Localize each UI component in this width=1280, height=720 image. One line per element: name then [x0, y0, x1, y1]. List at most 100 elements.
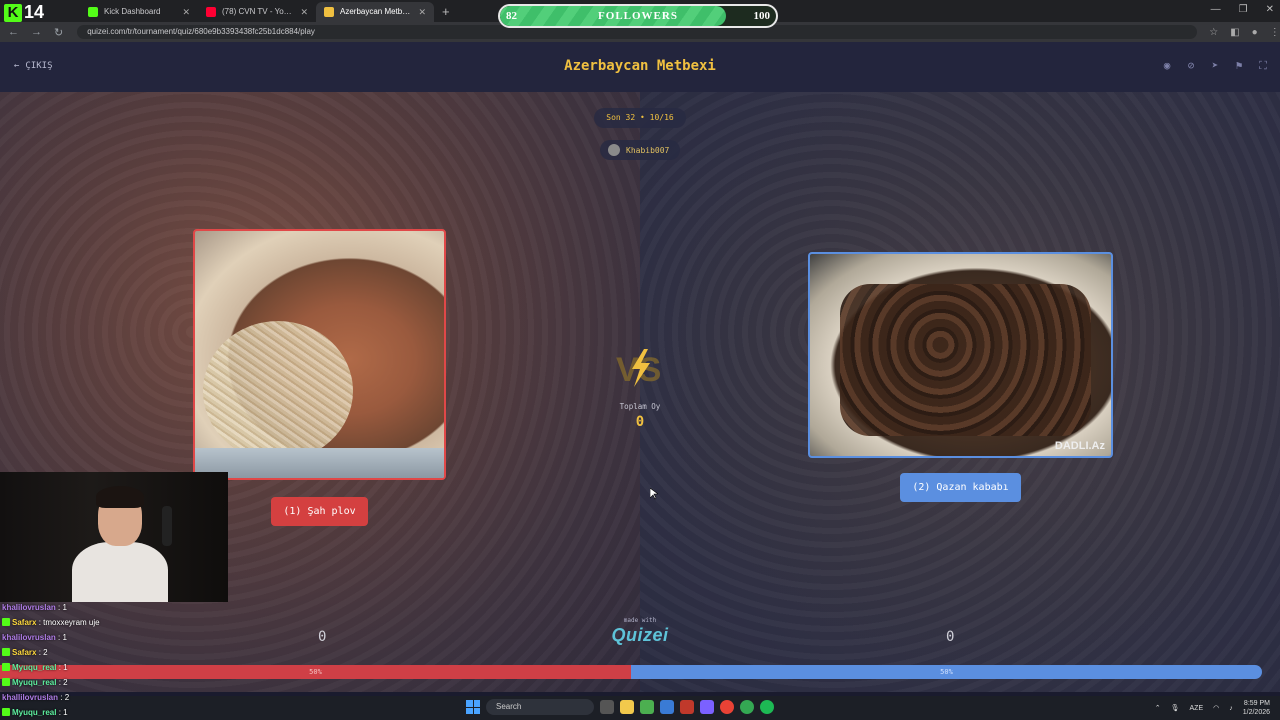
share-icon[interactable]: ➤: [1208, 59, 1222, 73]
avatar: [608, 144, 620, 156]
subscriber-badge-icon: [2, 648, 10, 656]
left-score: 0: [318, 629, 327, 645]
page-title: Azerbaycan Metbexi: [564, 58, 716, 74]
close-tab-icon[interactable]: ✕: [418, 7, 426, 17]
microphone-icon[interactable]: 🎙: [1171, 704, 1180, 712]
close-window-icon[interactable]: ✕: [1266, 4, 1274, 15]
clock-date: 1/2/2026: [1242, 709, 1270, 716]
chat-username[interactable]: Myuqu_real: [12, 678, 56, 687]
reload-icon[interactable]: ↻: [54, 26, 63, 39]
volume-icon[interactable]: ♪: [1229, 705, 1233, 712]
clock[interactable]: 8:59 PM 1/2/2026: [1243, 699, 1270, 717]
taskbar-apps: Search: [466, 699, 774, 715]
made-with-label: made with: [623, 617, 657, 624]
kick-logo-icon: K: [4, 3, 22, 22]
link-icon[interactable]: ⊘: [1184, 59, 1198, 73]
chat-overlay: khalilovruslan : 1 Safarx : tmoxxeyram uj…: [2, 600, 232, 720]
viewer-count: 14: [24, 2, 45, 22]
chat-text: tmoxxeyram uje: [43, 618, 100, 627]
plate-detail: [195, 448, 444, 478]
streamer-hair: [96, 486, 144, 508]
tab-label: Azerbaycan Metbexi - Tier List: [340, 8, 413, 16]
spotify-icon[interactable]: [760, 700, 774, 714]
left-option-image[interactable]: [193, 229, 446, 480]
choose-left-button[interactable]: (1) Şah plov: [271, 497, 368, 526]
extensions-icon[interactable]: ◧: [1230, 27, 1239, 38]
forward-icon[interactable]: →: [31, 26, 42, 38]
mouse-cursor-icon: [650, 488, 658, 500]
chat-username[interactable]: khalilovruslan: [2, 633, 56, 642]
close-tab-icon[interactable]: ✕: [182, 7, 190, 17]
subscriber-badge-icon: [2, 663, 10, 671]
app-icon[interactable]: [700, 700, 714, 714]
choose-right-button[interactable]: (2) Qazan kababı: [900, 473, 1021, 502]
fullscreen-icon[interactable]: ⛶: [1256, 59, 1270, 73]
back-icon[interactable]: ←: [8, 26, 19, 38]
file-explorer-icon[interactable]: [620, 700, 634, 714]
creator-badge[interactable]: Khabib007: [600, 140, 680, 160]
vs-lightning-icon: VS: [616, 349, 661, 389]
task-view-icon[interactable]: [600, 700, 614, 714]
svg-text:VS: VS: [616, 351, 661, 389]
kick-favicon-icon: [88, 7, 98, 17]
app-icon[interactable]: [740, 700, 754, 714]
youtube-favicon-icon: [206, 7, 216, 17]
chat-message: khallilovruslan : 2: [2, 690, 232, 705]
subscriber-badge-icon: [2, 678, 10, 686]
chrome-icon[interactable]: [720, 700, 734, 714]
subscriber-badge-icon: [2, 618, 10, 626]
menu-dots-icon[interactable]: ⋮: [1270, 27, 1280, 38]
chat-username[interactable]: Safarx: [12, 618, 36, 627]
minimize-icon[interactable]: —: [1211, 4, 1221, 15]
app-icon[interactable]: [680, 700, 694, 714]
chat-username[interactable]: khallilovruslan: [2, 693, 58, 702]
window-controls: — ❐ ✕: [1211, 4, 1274, 15]
right-share-fill: 50%: [631, 665, 1262, 679]
taskbar-search[interactable]: Search: [486, 699, 594, 715]
maximize-icon[interactable]: ❐: [1239, 4, 1248, 15]
eye-icon[interactable]: ◉: [1160, 59, 1174, 73]
image-watermark: DADLI.Az: [1054, 440, 1105, 452]
quizei-logo[interactable]: Quizei: [600, 625, 680, 646]
tab-kick-dashboard[interactable]: Kick Dashboard ✕: [80, 2, 198, 22]
kick-viewer-badge: K 14: [4, 2, 44, 23]
tab-quizei[interactable]: Azerbaycan Metbexi - Tier List ✕: [316, 2, 434, 22]
tab-youtube[interactable]: (78) CVN TV - YouTube ✕: [198, 2, 316, 22]
chat-username[interactable]: khalilovruslan: [2, 603, 56, 612]
flag-icon[interactable]: ⚑: [1232, 59, 1246, 73]
app-icon[interactable]: [640, 700, 654, 714]
new-tab-icon[interactable]: +: [442, 4, 450, 19]
chat-message: Myuqu_real : 2: [2, 675, 232, 690]
creator-name: Khabib007: [626, 145, 670, 155]
browser-actions: ☆ ◧ ● ⋮: [1209, 27, 1279, 38]
total-votes-value: 0: [635, 414, 645, 430]
windows-start-icon[interactable]: [466, 700, 480, 714]
header-tools: ◉ ⊘ ➤ ⚑ ⛶: [1160, 59, 1270, 73]
chat-message: Safarx : tmoxxeyram uje: [2, 615, 232, 630]
wifi-icon[interactable]: ◠: [1213, 704, 1219, 712]
chevron-up-icon[interactable]: ⌃: [1155, 704, 1161, 712]
meat-detail: [840, 284, 1091, 436]
followers-goal-bar: 82 FOLLOWERS 100: [498, 4, 778, 28]
app-header: ← ÇIKIŞ Azerbaycan Metbexi ◉ ⊘ ➤ ⚑ ⛶: [0, 42, 1280, 92]
tab-label: (78) CVN TV - YouTube: [222, 8, 294, 16]
right-option-image[interactable]: DADLI.Az: [808, 252, 1113, 458]
chat-message: Myuqu_real : 1: [2, 660, 232, 675]
chat-text: 1: [62, 603, 67, 612]
quizei-favicon-icon: [324, 7, 334, 17]
chat-username[interactable]: Myuqu_real: [12, 663, 56, 672]
rice-detail: [203, 321, 353, 461]
profile-icon[interactable]: ●: [1252, 27, 1258, 38]
bookmark-star-icon[interactable]: ☆: [1209, 27, 1218, 38]
chat-text: 2: [63, 678, 68, 687]
chat-username[interactable]: Myuqu_real: [12, 708, 56, 717]
round-badge: Son 32 • 10/16: [594, 108, 686, 128]
chat-username[interactable]: Safarx: [12, 648, 36, 657]
app-icon[interactable]: [660, 700, 674, 714]
screen: Kick Dashboard ✕ (78) CVN TV - YouTube ✕…: [0, 0, 1280, 720]
close-tab-icon[interactable]: ✕: [300, 7, 308, 17]
chat-message: Myuqu_real : 1: [2, 705, 232, 720]
chat-message: khalilovruslan : 1: [2, 600, 232, 615]
chat-message: khalilovruslan : 1: [2, 630, 232, 645]
language-indicator[interactable]: AZE: [1190, 705, 1204, 712]
